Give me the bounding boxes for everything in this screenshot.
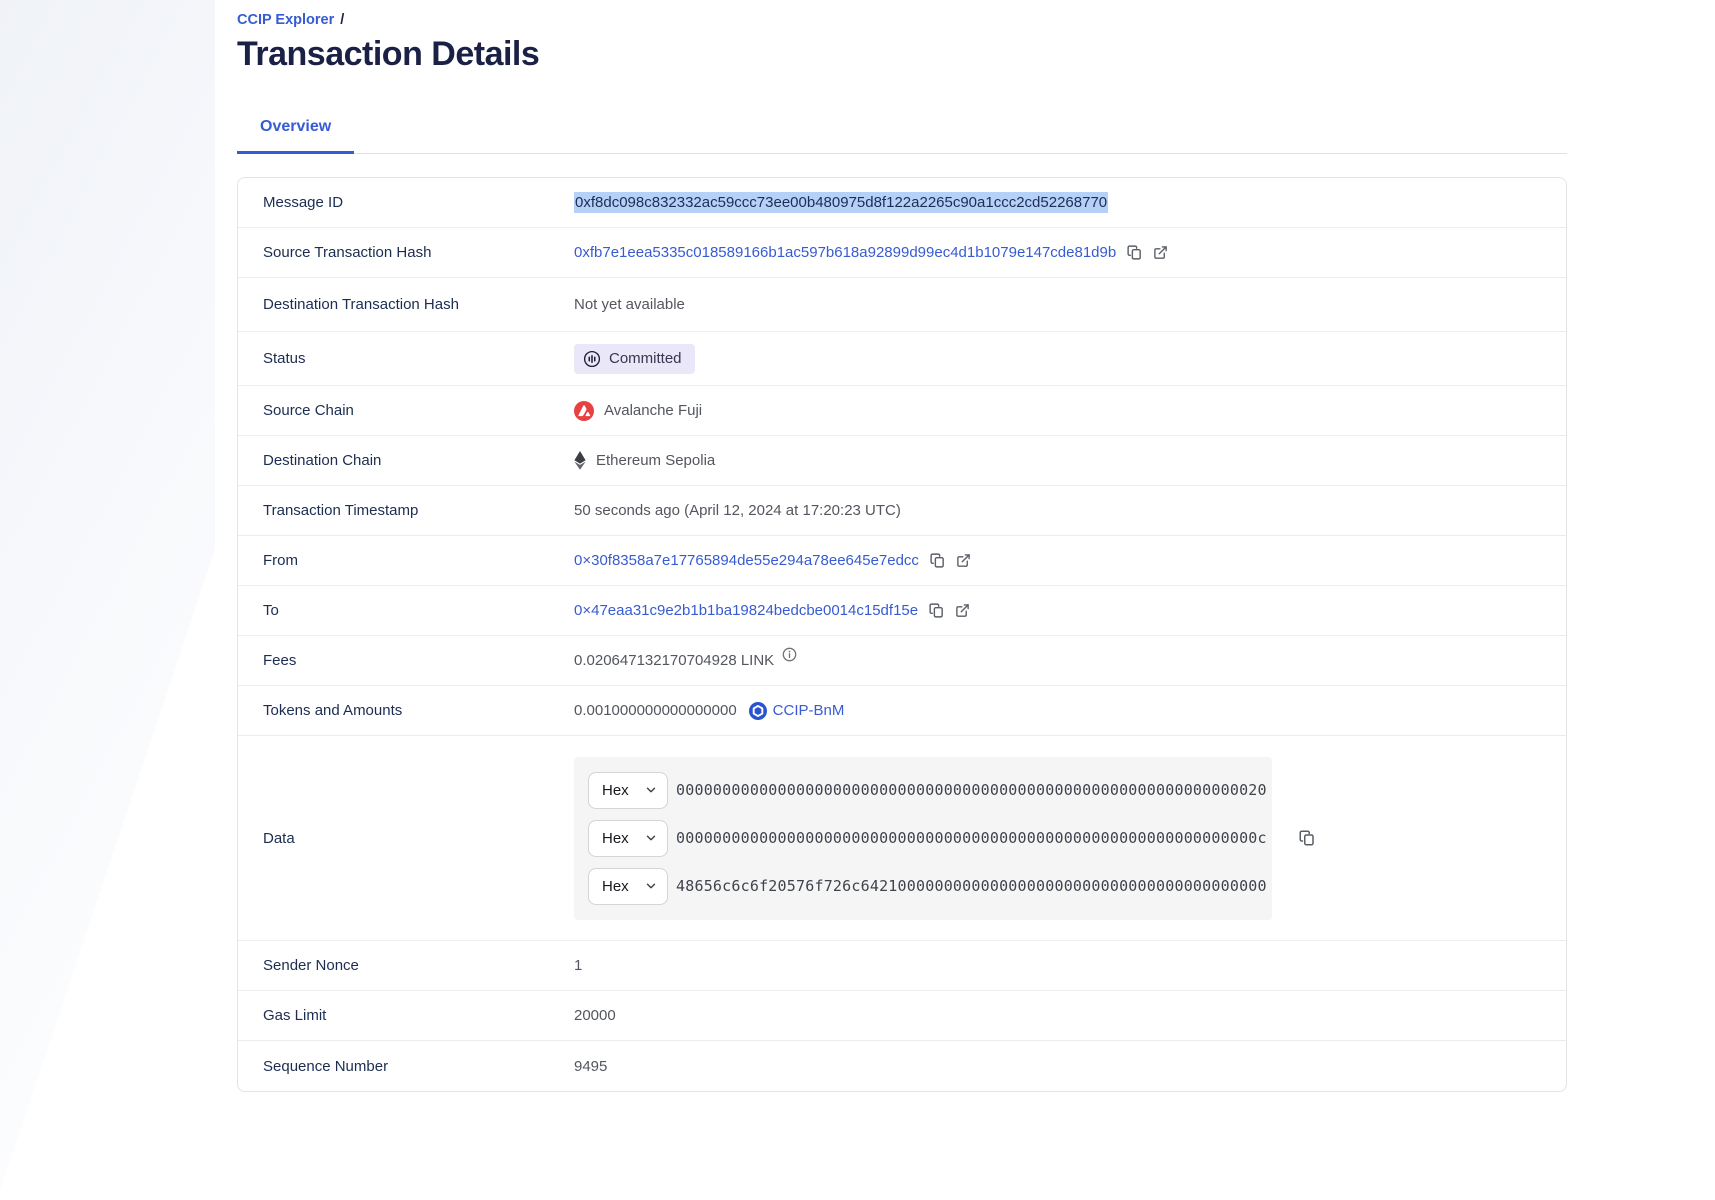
transaction-details-card: Message ID 0xf8dc098c832332ac59ccc73ee00… <box>237 177 1567 1092</box>
copy-icon <box>1298 829 1316 847</box>
data-format-select[interactable]: Hex <box>588 820 668 857</box>
message-id-value: 0xf8dc098c832332ac59ccc73ee00b480975d8f1… <box>574 192 1108 213</box>
background-gradient <box>0 0 232 1200</box>
dest-tx-hash-value: Not yet available <box>574 296 685 313</box>
ethereum-icon <box>574 451 586 470</box>
external-link-icon <box>1153 245 1168 260</box>
table-row-gas-limit: Gas Limit 20000 <box>238 991 1566 1041</box>
row-label: Gas Limit <box>238 1007 574 1024</box>
gas-limit-value: 20000 <box>574 1007 616 1024</box>
info-icon <box>782 647 797 662</box>
row-label: Tokens and Amounts <box>238 702 574 719</box>
row-label: Status <box>238 350 574 367</box>
tab-bar: Overview <box>237 118 1567 154</box>
row-label: From <box>238 552 574 569</box>
table-row-sender-nonce: Sender Nonce 1 <box>238 941 1566 991</box>
token-amount: 0.001000000000000000 <box>574 702 737 719</box>
table-row-timestamp: Transaction Timestamp 50 seconds ago (Ap… <box>238 486 1566 536</box>
row-label: Sender Nonce <box>238 957 574 974</box>
row-label: Fees <box>238 652 574 669</box>
sequence-number-value: 9495 <box>574 1058 607 1075</box>
data-hex-value: 0000000000000000000000000000000000000000… <box>676 829 1267 847</box>
copy-data-button[interactable] <box>1298 829 1316 847</box>
status-badge-label: Committed <box>609 350 682 367</box>
source-tx-hash-link[interactable]: 0xfb7e1eea5335c018589166b1ac597b618a9289… <box>574 244 1116 261</box>
from-address-link[interactable]: 0×30f8358a7e17765894de55e294a78ee645e7ed… <box>574 552 919 569</box>
to-address-link[interactable]: 0×47eaa31c9e2b1b1ba19824bedcbe0014c15df1… <box>574 602 918 619</box>
external-link-button[interactable] <box>1153 245 1168 260</box>
breadcrumb-link-ccip-explorer[interactable]: CCIP Explorer <box>237 12 334 28</box>
table-row-fees: Fees 0.020647132170704928 LINK <box>238 636 1566 686</box>
table-row-sequence-number: Sequence Number 9495 <box>238 1041 1566 1091</box>
row-label: Transaction Timestamp <box>238 502 574 519</box>
external-link-icon <box>955 603 970 618</box>
data-format-select[interactable]: Hex <box>588 772 668 809</box>
data-hex-value: 0000000000000000000000000000000000000000… <box>676 781 1267 799</box>
table-row-status: Status Committed <box>238 332 1566 386</box>
row-label: Destination Transaction Hash <box>238 296 574 313</box>
external-link-button[interactable] <box>956 553 971 568</box>
table-row-from: From 0×30f8358a7e17765894de55e294a78ee64… <box>238 536 1566 586</box>
transaction-details-page: CCIP Explorer / Transaction Details Over… <box>237 0 1567 1092</box>
data-format-value: Hex <box>602 878 629 895</box>
status-badge: Committed <box>574 344 695 374</box>
ccip-bnm-token-icon <box>749 702 767 720</box>
table-row-source-chain: Source Chain Avalanche Fuji <box>238 386 1566 436</box>
data-format-value: Hex <box>602 782 629 799</box>
table-row-dest-chain: Destination Chain Ethereum Sepolia <box>238 436 1566 486</box>
row-label: Source Transaction Hash <box>238 244 574 261</box>
committed-progress-icon <box>583 350 601 368</box>
source-chain-name: Avalanche Fuji <box>604 402 702 419</box>
table-row-source-tx-hash: Source Transaction Hash 0xfb7e1eea5335c0… <box>238 228 1566 278</box>
sender-nonce-value: 1 <box>574 957 582 974</box>
dest-chain-name: Ethereum Sepolia <box>596 452 715 469</box>
fees-info-button[interactable] <box>782 647 797 666</box>
data-format-select[interactable]: Hex <box>588 868 668 905</box>
chevron-down-icon <box>644 879 658 893</box>
row-label: Sequence Number <box>238 1058 574 1075</box>
copy-button[interactable] <box>928 602 945 619</box>
row-label: Destination Chain <box>238 452 574 469</box>
data-hex-value: 48656c6c6f20576f726c64210000000000000000… <box>676 877 1267 895</box>
data-line: Hex 48656c6c6f20576f726c6421000000000000… <box>588 868 1258 905</box>
fees-value: 0.020647132170704928 LINK <box>574 652 774 669</box>
external-link-button[interactable] <box>955 603 970 618</box>
timestamp-value: 50 seconds ago (April 12, 2024 at 17:20:… <box>574 502 901 519</box>
table-row-to: To 0×47eaa31c9e2b1b1ba19824bedcbe0014c15… <box>238 586 1566 636</box>
row-label: Source Chain <box>238 402 574 419</box>
external-link-icon <box>956 553 971 568</box>
page-title: Transaction Details <box>237 35 1567 74</box>
table-row-dest-tx-hash: Destination Transaction Hash Not yet ava… <box>238 278 1566 332</box>
copy-button[interactable] <box>1126 244 1143 261</box>
copy-icon <box>928 602 945 619</box>
row-label: Data <box>238 830 574 847</box>
tab-overview[interactable]: Overview <box>237 118 354 154</box>
table-row-message-id: Message ID 0xf8dc098c832332ac59ccc73ee00… <box>238 178 1566 228</box>
avalanche-icon <box>574 401 594 421</box>
data-panel: Hex 000000000000000000000000000000000000… <box>574 757 1272 920</box>
breadcrumb: CCIP Explorer / <box>237 12 1567 28</box>
data-line: Hex 000000000000000000000000000000000000… <box>588 772 1258 809</box>
chevron-down-icon <box>644 783 658 797</box>
breadcrumb-separator: / <box>340 12 344 28</box>
data-format-value: Hex <box>602 830 629 847</box>
table-row-tokens: Tokens and Amounts 0.001000000000000000 … <box>238 686 1566 736</box>
row-label: Message ID <box>238 194 574 211</box>
token-name-link[interactable]: CCIP-BnM <box>773 702 845 719</box>
copy-icon <box>929 552 946 569</box>
copy-button[interactable] <box>929 552 946 569</box>
copy-icon <box>1126 244 1143 261</box>
data-line: Hex 000000000000000000000000000000000000… <box>588 820 1258 857</box>
table-row-data: Data Hex 0000000000000000000000000000000… <box>238 736 1566 941</box>
chevron-down-icon <box>644 831 658 845</box>
row-label: To <box>238 602 574 619</box>
